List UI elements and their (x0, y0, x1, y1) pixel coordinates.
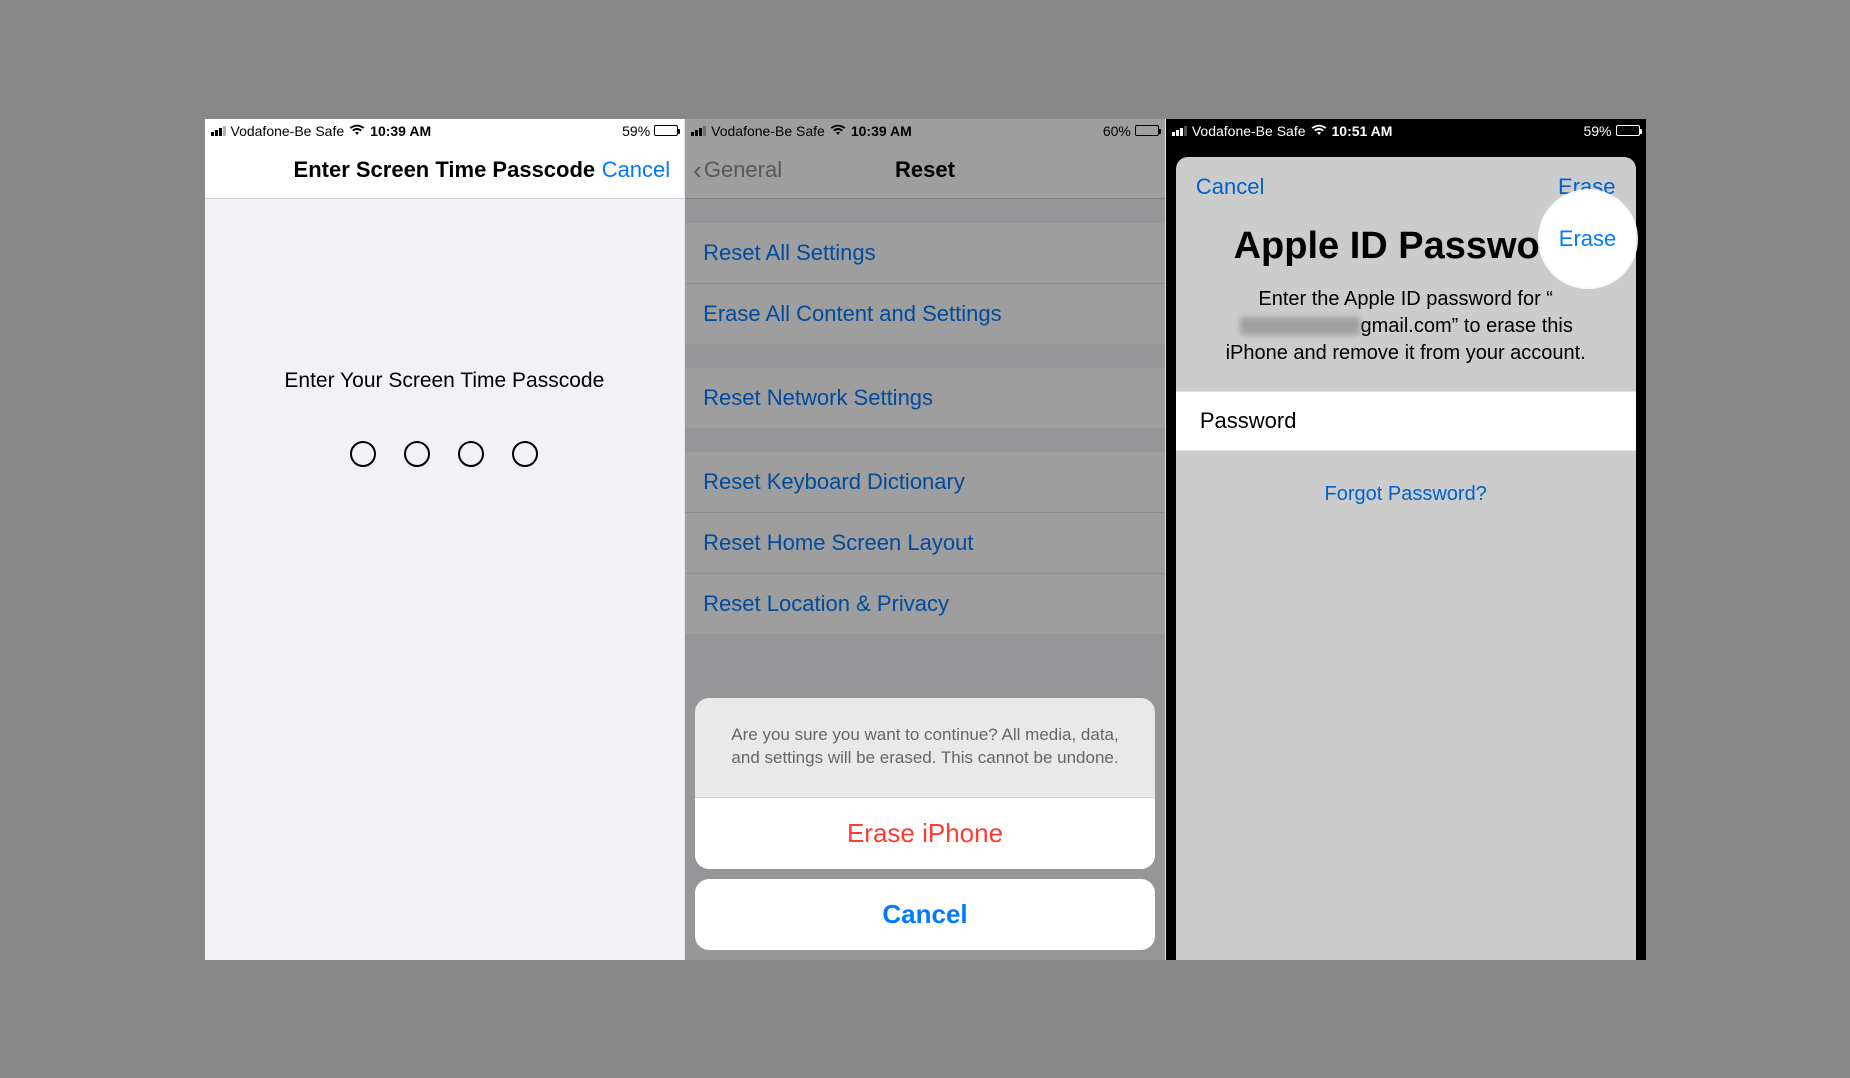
redacted-email (1240, 317, 1360, 335)
desc-pre: Enter the Apple ID password for “ (1258, 288, 1553, 310)
status-bar: Vodafone-Be Safe 10:39 AM 59% (205, 119, 685, 143)
nav-title: Enter Screen Time Passcode (294, 157, 596, 183)
carrier-label: Vodafone-Be Safe (1192, 123, 1306, 139)
passcode-prompt: Enter Your Screen Time Passcode (284, 369, 604, 393)
wifi-icon (349, 123, 365, 139)
sheet-cancel-button[interactable]: Cancel (695, 879, 1155, 950)
phone-2-reset: Vodafone-Be Safe 10:39 AM 60% ‹ General … (685, 119, 1166, 960)
sheet-message: Are you sure you want to continue? All m… (695, 698, 1155, 798)
passcode-dots[interactable] (350, 441, 538, 467)
forgot-password-link[interactable]: Forgot Password? (1176, 451, 1636, 538)
battery-icon (654, 125, 678, 136)
passcode-dot (404, 441, 430, 467)
password-field[interactable]: Password (1176, 391, 1636, 451)
sheet-backdrop: Cancel Erase Apple ID Password Enter the… (1166, 143, 1646, 960)
passcode-dot (350, 441, 376, 467)
signal-icon (1172, 126, 1187, 136)
cancel-button[interactable]: Cancel (1196, 174, 1264, 200)
phone-1-passcode: Vodafone-Be Safe 10:39 AM 59% Enter Scre… (205, 119, 686, 960)
sheet-description: Enter the Apple ID password for “ gmail.c… (1176, 268, 1636, 391)
status-bar: Vodafone-Be Safe 10:51 AM 59% (1166, 119, 1646, 143)
wifi-icon (1311, 123, 1327, 139)
signal-icon (211, 126, 226, 136)
phone-3-appleid: Vodafone-Be Safe 10:51 AM 59% Cancel Era… (1166, 119, 1646, 960)
passcode-body: Enter Your Screen Time Passcode (205, 199, 685, 960)
battery-pct: 59% (1583, 123, 1611, 139)
erase-iphone-button[interactable]: Erase iPhone (695, 798, 1155, 869)
time-label: 10:51 AM (1332, 123, 1393, 139)
action-sheet: Are you sure you want to continue? All m… (685, 688, 1165, 960)
desc-email-suffix: gmail.com (1361, 315, 1452, 337)
carrier-label: Vodafone-Be Safe (231, 123, 345, 139)
battery-charging-icon (1616, 125, 1640, 136)
time-label: 10:39 AM (370, 123, 431, 139)
cancel-button[interactable]: Cancel (602, 157, 670, 183)
passcode-dot (512, 441, 538, 467)
navbar: Enter Screen Time Passcode Cancel (205, 143, 685, 199)
erase-highlight-label: Erase (1559, 226, 1616, 252)
battery-pct: 59% (622, 123, 650, 139)
erase-highlight-circle: Erase (1540, 191, 1636, 287)
passcode-dot (458, 441, 484, 467)
